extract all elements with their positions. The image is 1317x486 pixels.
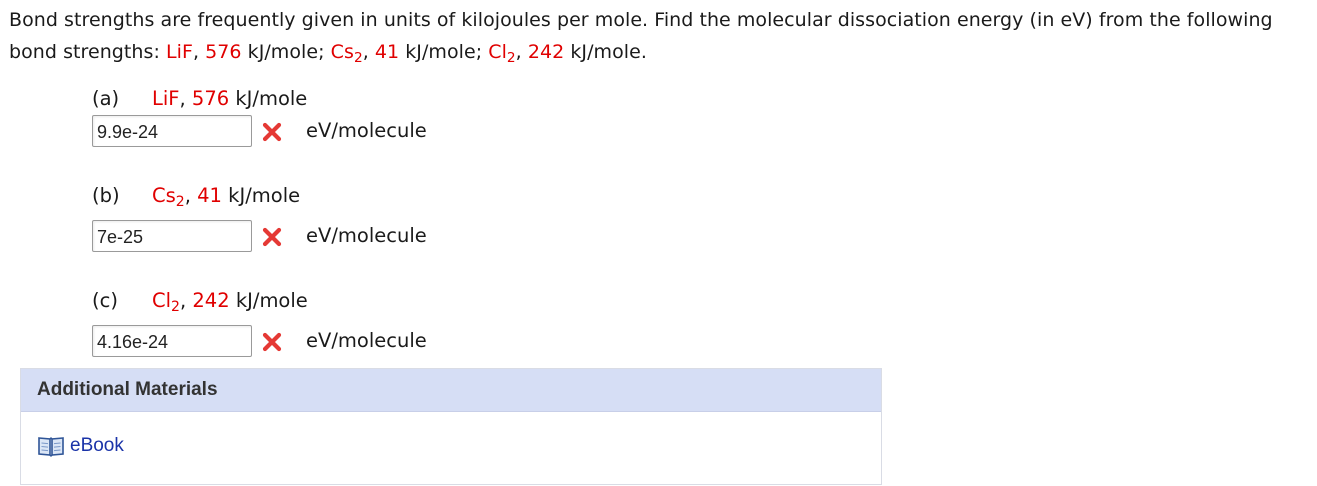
bond-item-cs2: Cs2, 41 kJ/mole; bbox=[330, 41, 489, 67]
part-a-answer-input[interactable] bbox=[92, 115, 252, 147]
ebook-link[interactable]: eBook bbox=[37, 435, 124, 457]
x-mark-icon bbox=[262, 332, 282, 352]
additional-materials-panel: Additional Materials eBook bbox=[20, 368, 882, 485]
bond-item-cl2: Cl2, 242 kJ/mole. bbox=[488, 41, 647, 67]
ebook-label: eBook bbox=[70, 435, 124, 456]
bond-item-lif: LiF, 576 kJ/mole; bbox=[166, 41, 331, 63]
part-a-label: (a) LiF, 576 kJ/mole bbox=[92, 87, 308, 110]
book-icon bbox=[38, 437, 64, 457]
x-mark-icon bbox=[262, 227, 282, 247]
part-c-unit: eV/molecule bbox=[306, 329, 427, 352]
additional-materials-header: Additional Materials bbox=[21, 369, 881, 412]
x-mark-icon bbox=[262, 122, 282, 142]
part-b-label: (b) Cs2, 41 kJ/mole bbox=[92, 184, 301, 211]
part-c-label: (c) Cl2, 242 kJ/mole bbox=[92, 289, 308, 316]
part-a-unit: eV/molecule bbox=[306, 119, 427, 142]
part-b-unit: eV/molecule bbox=[306, 224, 427, 247]
part-c-answer-input[interactable] bbox=[92, 325, 252, 357]
part-b-answer-input[interactable] bbox=[92, 220, 252, 252]
question-text: Bond strengths are frequently given in u… bbox=[9, 4, 1309, 68]
